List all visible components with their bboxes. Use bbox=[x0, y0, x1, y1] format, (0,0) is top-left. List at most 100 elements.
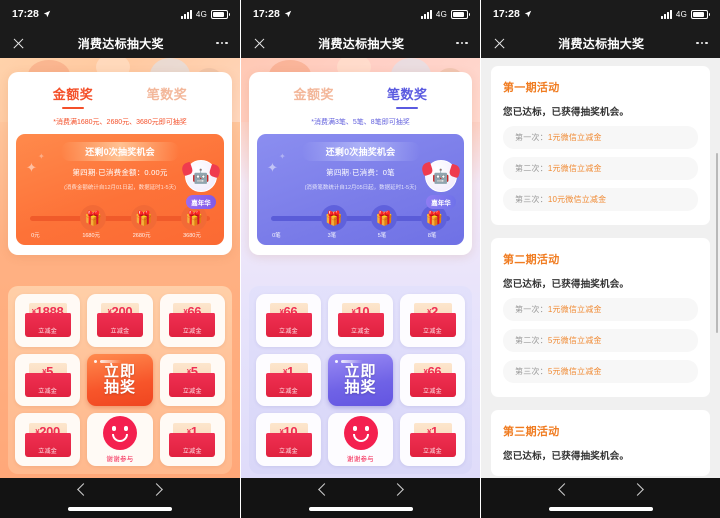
gift-icon: 🎁 bbox=[84, 210, 103, 226]
milestone-label-2: 5笔 bbox=[377, 233, 387, 239]
chevron-right-icon[interactable] bbox=[630, 483, 644, 496]
signal-bars-icon bbox=[660, 9, 672, 19]
prize-cell[interactable]: ¥1888 立减金 bbox=[15, 294, 81, 347]
prize-cell[interactable]: ¥200 立减金 bbox=[15, 413, 81, 466]
draw-button[interactable]: 立即 抽奖 bbox=[328, 353, 393, 407]
prize-amount: ¥5 bbox=[186, 363, 198, 379]
tab-amount-prize[interactable]: 金额奖 bbox=[53, 84, 94, 109]
record-period-title: 第二期活动 bbox=[503, 254, 560, 266]
red-envelope-icon: ¥1888 立减金 bbox=[24, 303, 71, 338]
prize-label: 立减金 bbox=[38, 448, 58, 455]
prize-label: 立减金 bbox=[38, 388, 58, 395]
record-item-value: 5元微信立减金 bbox=[547, 367, 602, 376]
prize-label: 立减金 bbox=[110, 329, 130, 336]
signal-bars-icon bbox=[420, 9, 432, 19]
promo-background-count: 金额奖 笔数奖 *消费满3笔、5笔、8笔即可抽奖 ✦ ✦ 还剩0次抽奖机会 第四… bbox=[241, 58, 480, 478]
status-bar: 17:28 4G bbox=[241, 0, 480, 28]
thanks-cell[interactable]: 谢谢参与 bbox=[328, 413, 393, 466]
home-indicator[interactable] bbox=[68, 507, 172, 511]
milestone-node-2: 🎁 bbox=[371, 205, 398, 231]
red-envelope-icon: ¥66 立减金 bbox=[169, 303, 216, 338]
prize-grid: ¥66 立减金 ¥10 立减金 ¥2 立减金 ¥1 立减金 立即 抽奖 ¥66 … bbox=[256, 294, 465, 466]
record-status-text: 您已达标，已获得抽奖机会。 bbox=[503, 279, 630, 290]
prize-cell[interactable]: ¥5 立减金 bbox=[15, 353, 81, 407]
main-card-amount: 金额奖 笔数奖 *消费满1680元、2680元、3680元即可抽奖 ✦ ✦ 还剩… bbox=[8, 72, 232, 255]
records-list[interactable]: 第一期活动 您已达标，已获得抽奖机会。 第一次：1元微信立减金 第二次：1元微信… bbox=[481, 58, 720, 478]
milestone-node-1: 🎁 bbox=[80, 205, 107, 231]
red-envelope-icon: ¥200 立减金 bbox=[96, 303, 143, 338]
prize-amount: ¥66 bbox=[423, 363, 442, 379]
sparkle-icon: ✦ bbox=[26, 160, 37, 175]
record-item-value: 10元微信立减金 bbox=[547, 195, 607, 204]
prize-cell[interactable]: ¥10 立减金 bbox=[328, 294, 393, 347]
milestone-label-0: 0笔 bbox=[272, 233, 281, 239]
thanks-cell[interactable]: 谢谢参与 bbox=[87, 413, 153, 466]
chevron-left-icon[interactable] bbox=[77, 483, 90, 496]
sparkle-icon: ✦ bbox=[267, 160, 278, 175]
close-icon[interactable] bbox=[12, 37, 25, 50]
network-type-label: 4G bbox=[675, 9, 687, 19]
prize-label: 立减金 bbox=[182, 388, 202, 395]
gift-icon: 🎁 bbox=[135, 210, 153, 226]
more-dots-icon[interactable] bbox=[216, 41, 228, 45]
home-indicator[interactable] bbox=[308, 507, 413, 511]
chevron-left-icon[interactable] bbox=[557, 483, 571, 496]
record-item-seq: 第一次： bbox=[515, 305, 548, 314]
carnival-mascot: 🤖 嘉年华 bbox=[182, 160, 220, 210]
draw-button-label: 立即 抽奖 bbox=[344, 363, 377, 396]
tab-count-prize[interactable]: 笔数奖 bbox=[147, 84, 188, 109]
prize-cell[interactable]: ¥1 立减金 bbox=[400, 413, 465, 466]
red-envelope-icon: ¥66 立减金 bbox=[409, 362, 456, 397]
record-card: 第三期活动 您已达标，已获得抽奖机会。 bbox=[491, 410, 710, 476]
prize-label: 立减金 bbox=[351, 329, 370, 336]
scrollbar[interactable] bbox=[716, 153, 718, 333]
milestone-label-0: 0元 bbox=[31, 233, 40, 239]
record-item: 第三次：5元微信立减金 bbox=[503, 360, 698, 383]
tab-count-prize[interactable]: 笔数奖 bbox=[387, 84, 428, 109]
red-envelope-icon: ¥10 立减金 bbox=[265, 422, 312, 457]
prize-cell[interactable]: ¥66 立减金 bbox=[159, 294, 225, 347]
record-item: 第二次：5元微信立减金 bbox=[503, 329, 698, 352]
more-dots-icon[interactable] bbox=[456, 41, 468, 45]
chevron-left-icon[interactable] bbox=[317, 483, 331, 496]
milestone-label-1: 1680元 bbox=[82, 233, 101, 239]
record-status-text: 您已达标，已获得抽奖机会。 bbox=[503, 451, 630, 462]
more-dots-icon[interactable] bbox=[696, 41, 708, 45]
page-title: 消费达标抽大奖 bbox=[77, 36, 164, 51]
prize-grid-wrapper-amount: ¥1888 立减金 ¥200 立减金 ¥66 立减金 ¥5 立减金 立即 抽奖 … bbox=[8, 286, 232, 474]
record-status-text: 您已达标，已获得抽奖机会。 bbox=[503, 107, 630, 118]
record-item: 第三次：10元微信立减金 bbox=[503, 188, 698, 211]
home-indicator[interactable] bbox=[548, 507, 653, 511]
status-bar: 17:28 4G bbox=[481, 0, 720, 28]
prize-cell[interactable]: ¥1 立减金 bbox=[159, 413, 225, 466]
prize-cell[interactable]: ¥2 立减金 bbox=[400, 294, 465, 347]
prize-amount: ¥10 bbox=[279, 423, 298, 439]
prize-cell[interactable]: ¥66 立减金 bbox=[400, 353, 465, 407]
bottom-nav-bar bbox=[481, 478, 720, 518]
chevron-right-icon[interactable] bbox=[150, 483, 163, 496]
red-envelope-icon: ¥5 立减金 bbox=[169, 362, 216, 397]
phone-screen-records: 17:28 4G 消费达标抽大奖 第一期活动 您已达标，已获得抽奖机会。 第一次… bbox=[480, 0, 720, 518]
prize-label: 立减金 bbox=[423, 448, 442, 455]
signal-bars-icon bbox=[180, 9, 192, 19]
milestone-label-2: 2680元 bbox=[132, 233, 151, 239]
sparkle-small-icon: ✦ bbox=[38, 152, 45, 161]
prize-cell[interactable]: ¥200 立减金 bbox=[87, 294, 153, 347]
prize-amount: ¥5 bbox=[42, 363, 54, 379]
prize-cell[interactable]: ¥10 立减金 bbox=[256, 413, 321, 466]
tab-amount-prize[interactable]: 金额奖 bbox=[293, 84, 334, 109]
close-icon[interactable] bbox=[493, 37, 506, 50]
carnival-mascot-icon: 🤖 bbox=[185, 160, 217, 192]
prize-grid-wrapper-count: ¥66 立减金 ¥10 立减金 ¥2 立减金 ¥1 立减金 立即 抽奖 ¥66 … bbox=[249, 286, 472, 474]
page-title: 消费达标抽大奖 bbox=[318, 36, 405, 51]
page-body-amount: 金额奖 笔数奖 *消费满1680元、2680元、3680元即可抽奖 ✦ ✦ 还剩… bbox=[0, 58, 240, 478]
milestone-label-1: 3笔 bbox=[327, 233, 337, 239]
close-icon[interactable] bbox=[253, 37, 266, 50]
draw-button[interactable]: 立即 抽奖 bbox=[87, 353, 153, 407]
chevron-right-icon[interactable] bbox=[390, 483, 404, 496]
prize-cell[interactable]: ¥1 立减金 bbox=[256, 353, 321, 407]
prize-cell[interactable]: ¥66 立减金 bbox=[256, 294, 321, 347]
record-item: 第一次：1元微信立减金 bbox=[503, 298, 698, 321]
red-envelope-icon: ¥2 立减金 bbox=[409, 303, 456, 338]
prize-cell[interactable]: ¥5 立减金 bbox=[159, 353, 225, 407]
